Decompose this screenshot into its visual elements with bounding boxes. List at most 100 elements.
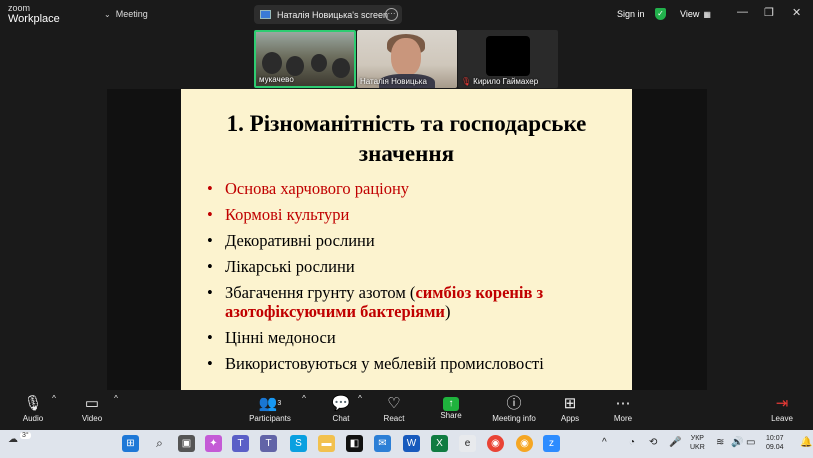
weather-temp: 3° xyxy=(20,432,31,439)
more-button[interactable]: ⋯ More xyxy=(598,394,648,423)
weather-icon: ☁ xyxy=(8,434,18,445)
participants-count: 3 xyxy=(277,400,282,407)
view-button[interactable]: View ▦ xyxy=(680,9,711,19)
title-bar: zoom Workplace ⌄ Meeting Наталія Новицьк… xyxy=(0,0,813,28)
slide-bullet: Цінні медоноси xyxy=(207,328,544,347)
clock-date: 09.04 xyxy=(766,444,784,451)
participant-tile[interactable]: 🎙 Кирило Гаймахер xyxy=(458,30,558,88)
weather-widget[interactable]: ☁ 3° xyxy=(8,432,31,445)
bullet-highlight: азотофіксуючими бактеріями xyxy=(225,302,445,321)
leave-button[interactable]: ⇥ Leave xyxy=(757,394,807,423)
participants-label: Participants xyxy=(249,414,291,423)
grid-icon: ▦ xyxy=(703,9,711,19)
tray-mic-icon[interactable]: 🎤 xyxy=(669,437,681,448)
participant-tile[interactable]: мукачево xyxy=(254,30,356,88)
copilot-icon[interactable]: ✦ xyxy=(205,435,222,452)
bullet-text: ) xyxy=(444,302,451,321)
participants-button[interactable]: 👥3 Participants xyxy=(245,394,295,423)
room-person-shape xyxy=(311,54,327,72)
chrome-canary-icon[interactable]: ◉ xyxy=(516,435,533,452)
teams-work-icon[interactable]: T xyxy=(260,435,277,452)
participant-name: мукачево xyxy=(259,75,294,84)
room-person-shape xyxy=(286,56,304,76)
meeting-info-button[interactable]: ⓘ Meeting info xyxy=(486,394,542,423)
word-icon[interactable]: W xyxy=(403,435,420,452)
system-clock[interactable]: 10:07 09.04 xyxy=(766,434,784,452)
more-icon: ⋯ xyxy=(615,395,631,412)
language-line: УКР xyxy=(690,435,704,442)
edge-icon[interactable]: e xyxy=(459,435,476,452)
participant-tile[interactable]: Наталія Новицька xyxy=(357,30,457,88)
audio-options-caret[interactable]: ^ xyxy=(50,394,58,403)
slide-bullet: Лікарські рослини xyxy=(207,257,544,276)
tray-sync-icon[interactable]: ⟲ xyxy=(649,437,657,448)
chat-options-caret[interactable]: ^ xyxy=(356,394,364,403)
chat-label: Chat xyxy=(332,414,350,423)
slide-title-line: 1. Різноманітність та господарське xyxy=(226,111,587,136)
start-icon[interactable]: ⊞ xyxy=(122,435,139,452)
share-button[interactable]: ↑ Share xyxy=(426,394,476,420)
participants-options-caret[interactable]: ^ xyxy=(300,394,308,403)
participant-avatar xyxy=(486,36,530,76)
close-icon[interactable]: ✕ xyxy=(792,6,801,19)
task-view-icon[interactable]: ▣ xyxy=(178,435,195,452)
notifications-icon[interactable]: 🔔 xyxy=(800,437,812,448)
react-button[interactable]: ♡ React xyxy=(369,394,419,423)
battery-icon[interactable]: ▭ xyxy=(746,437,755,448)
tray-app-icon[interactable]: ◔ xyxy=(629,437,635,448)
more-label: More xyxy=(613,414,633,423)
camera-icon: ▭ xyxy=(84,395,100,412)
apps-button[interactable]: ⊞ Apps xyxy=(545,394,595,423)
participant-name: Наталія Новицька xyxy=(360,77,427,86)
screen-share-icon xyxy=(260,10,271,19)
app-logo: zoom Workplace xyxy=(8,3,60,25)
participant-face xyxy=(391,38,421,76)
apps-label: Apps xyxy=(560,414,580,423)
windows-taskbar: ☁ 3° ⊞ ⌕ ▣ ✦ T T S ▬ ◧ ✉ W X e ◉ ◉ z ^ ◔… xyxy=(0,430,813,458)
search-icon[interactable]: ⌕ xyxy=(151,435,168,452)
speaker-icon[interactable]: 🔊 xyxy=(731,437,743,448)
video-label: Video xyxy=(81,414,103,423)
presentation-slide: 1. Різноманітність та господарське значе… xyxy=(181,89,632,390)
meeting-toolbar: 🎙 Audio ^ ▭ Video ^ 👥3 Participants ^ 💬 … xyxy=(0,391,813,430)
room-person-shape xyxy=(262,52,282,74)
sign-in-button[interactable]: Sign in xyxy=(617,9,645,19)
chevron-down-icon: ⌄ xyxy=(104,9,111,19)
leave-label: Leave xyxy=(771,414,793,423)
slide-bullet: Декоративні рослини xyxy=(207,231,544,250)
video-options-caret[interactable]: ^ xyxy=(112,394,120,403)
language-indicator[interactable]: УКР UKR xyxy=(690,434,705,452)
bullet-highlight: симбіоз коренів з xyxy=(415,283,544,302)
participant-name-row: 🎙 Кирило Гаймахер xyxy=(461,77,538,86)
slide-bullet: Використовуються у меблевій промисловост… xyxy=(207,354,544,373)
zoom-window: zoom Workplace ⌄ Meeting Наталія Новицьк… xyxy=(0,0,813,458)
zoom-icon[interactable]: z xyxy=(543,435,560,452)
security-shield-icon[interactable]: ✓ xyxy=(655,8,666,20)
excel-icon[interactable]: X xyxy=(431,435,448,452)
heart-icon: ♡ xyxy=(387,395,401,412)
clock-time: 10:07 xyxy=(766,435,784,442)
maximize-icon[interactable]: ❐ xyxy=(764,6,774,19)
leave-icon: ⇥ xyxy=(775,395,789,412)
dolby-icon[interactable]: ◧ xyxy=(346,435,363,452)
more-options-icon[interactable]: ··· xyxy=(385,8,398,21)
tray-overflow-icon[interactable]: ^ xyxy=(602,437,607,448)
room-person-shape xyxy=(332,58,350,78)
meeting-dropdown[interactable]: ⌄ Meeting xyxy=(104,9,148,19)
video-button[interactable]: ▭ Video xyxy=(67,394,117,423)
minimize-icon[interactable]: — xyxy=(737,6,748,18)
react-label: React xyxy=(383,414,405,423)
muted-mic-icon: 🎙 xyxy=(461,77,472,86)
wifi-icon[interactable]: ≋ xyxy=(716,437,724,448)
participants-icon: 👥3 xyxy=(258,395,282,412)
chrome-icon[interactable]: ◉ xyxy=(487,435,504,452)
share-arrow-icon: ↑ xyxy=(443,397,459,411)
share-label: Share xyxy=(440,411,462,420)
shared-screen-indicator[interactable]: Наталія Новицька's screen ··· xyxy=(254,5,402,24)
file-explorer-icon[interactable]: ▬ xyxy=(318,435,335,452)
teams-icon[interactable]: T xyxy=(232,435,249,452)
mail-icon[interactable]: ✉ xyxy=(374,435,391,452)
slide-title-line: значення xyxy=(358,141,455,166)
skype-icon[interactable]: S xyxy=(290,435,307,452)
bullet-text: Збагачення грунту азотом ( xyxy=(225,283,416,302)
